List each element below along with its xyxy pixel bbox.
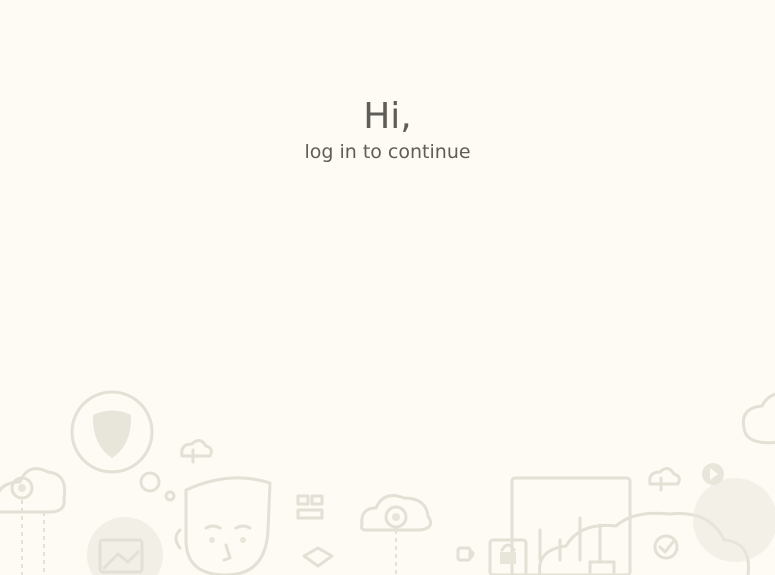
play-icon: [693, 463, 775, 562]
person-icon: [174, 476, 272, 575]
cloud-download-icon-right: [648, 467, 681, 492]
lock-icon: [488, 538, 528, 575]
cloud-pin-icon: [360, 494, 433, 575]
cloud-upload-icon: [0, 467, 67, 575]
background-illustration: [0, 390, 775, 575]
greeting-subtitle: log in to continue: [304, 141, 471, 163]
image-icon: [87, 517, 163, 575]
shield-icon: [70, 390, 176, 502]
cloud-icon-right: [741, 392, 775, 445]
login-greeting: Hi, log in to continue: [0, 94, 775, 164]
flowchart-icon: [296, 494, 334, 568]
coffee-icon: [456, 546, 475, 562]
cloud-download-icon: [180, 439, 213, 464]
greeting-title: Hi,: [363, 96, 412, 137]
